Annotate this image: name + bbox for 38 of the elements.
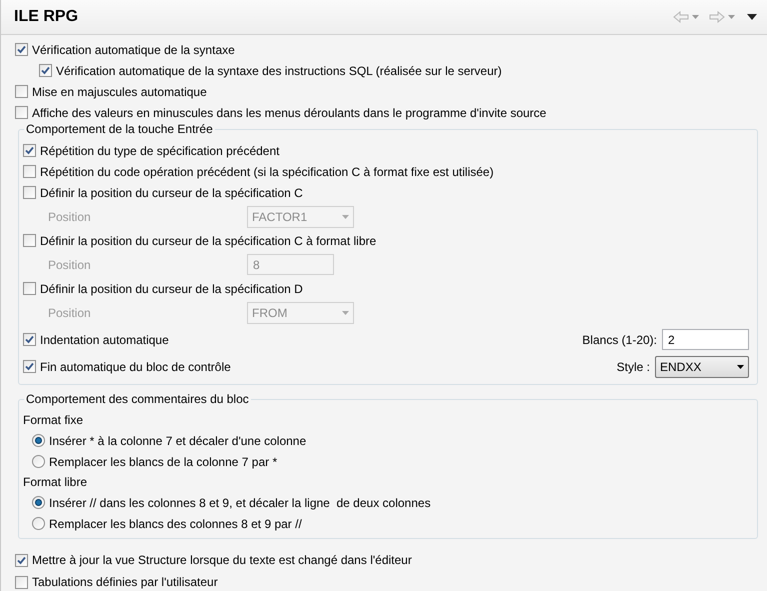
- view-menu-button[interactable]: [747, 14, 757, 20]
- radio-button[interactable]: Remplacer les blancs de la colonne 7 par *: [32, 451, 753, 472]
- radio-button[interactable]: Insérer * à la colonne 7 et décaler d'une colonne: [32, 430, 753, 451]
- checkbox[interactable]: Répétition du type de spécification précédent: [23, 140, 280, 160]
- caret-icon: [747, 14, 757, 20]
- checkbox[interactable]: Définir la position du curseur de la spécification D: [23, 278, 303, 298]
- checkbox[interactable]: Répétition du code opération précédent (si la spécification C à format fixe est utilisée): [23, 162, 494, 182]
- section-heading: Format libre: [23, 474, 88, 491]
- checkbox[interactable]: Tabulations définies par l'utilisateur: [15, 572, 218, 591]
- checkbox[interactable]: Mettre à jour la vue Structure lorsque du texte est changé dans l'éditeur: [15, 550, 412, 570]
- field-label: Position: [48, 304, 92, 322]
- caret-icon: [728, 15, 735, 19]
- group-title: Comportement de la touche Entrée: [24, 121, 215, 137]
- left-arrow-icon: [673, 11, 689, 23]
- checkbox[interactable]: Définir la position du curseur de la spécification C: [23, 182, 303, 202]
- page-title: ILE RPG: [14, 7, 78, 27]
- radio-button[interactable]: Insérer // dans les colonnes 8 et 9, et décaler la ligne de deux colonnes: [32, 492, 753, 513]
- caret-icon: [342, 214, 349, 218]
- checkbox[interactable]: Vérification automatique de la syntaxe des instructions SQL (réalisée sur le serveur): [39, 60, 502, 80]
- right-arrow-icon: [709, 11, 725, 23]
- radio-button[interactable]: Remplacer les blancs des colonnes 8 et 9 par //: [32, 513, 753, 534]
- group-title: Comportement des commentaires du bloc: [24, 391, 251, 407]
- field-label: Position: [48, 256, 92, 274]
- text-field[interactable]: 2: [662, 329, 749, 350]
- checkbox[interactable]: Indentation automatique: [23, 330, 169, 350]
- caret-icon: [342, 310, 349, 314]
- field-label: Position: [48, 208, 92, 226]
- section-heading: Format fixe: [23, 412, 84, 429]
- checkbox[interactable]: Vérification automatique de la syntaxe: [15, 40, 235, 60]
- dropdown[interactable]: ENDXX: [655, 356, 749, 378]
- checkbox[interactable]: Affiche des valeurs en minuscules dans les menus déroulants dans le programme d'invite source: [15, 102, 546, 122]
- field-label: Blancs (1-20):: [582, 332, 657, 348]
- caret-icon: [692, 15, 699, 19]
- field-label: Style :: [616, 358, 650, 376]
- checkbox[interactable]: Mise en majuscules automatique: [15, 82, 207, 102]
- checkbox[interactable]: Définir la position du curseur de la spécification C à format libre: [23, 230, 376, 250]
- caret-icon: [737, 364, 744, 368]
- checkbox[interactable]: Fin automatique du bloc de contrôle: [23, 356, 231, 376]
